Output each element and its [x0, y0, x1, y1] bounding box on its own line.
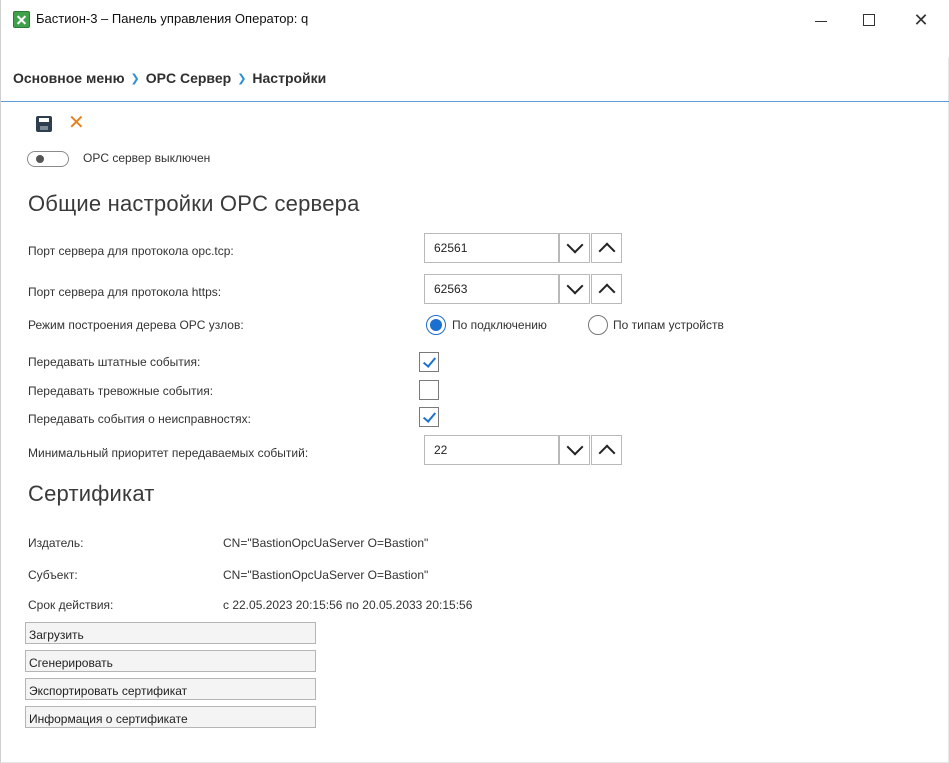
maximize-icon — [863, 14, 875, 26]
certificate-title: Сертификат — [28, 481, 155, 506]
chevron-up-icon — [598, 283, 616, 301]
issuer-value: CN="BastionOpcUaServer O=Bastion" — [223, 536, 429, 550]
chevron-up-icon — [598, 444, 616, 462]
tree-mode-by-device-type-label[interactable]: По типам устройств — [613, 318, 724, 332]
min-priority-decrement-button[interactable] — [559, 435, 590, 465]
send-fault-events-label: Передавать события о неисправностях: — [28, 412, 251, 426]
breadcrumb-main-menu[interactable]: Основное меню — [13, 70, 125, 86]
tree-mode-by-connection-label[interactable]: По подключению — [452, 318, 547, 332]
export-certificate-button[interactable]: Экспортировать сертификат — [25, 678, 316, 700]
breadcrumb: Основное меню ❯ OPC Сервер ❯ Настройки — [13, 68, 326, 88]
chevron-down-icon — [566, 277, 584, 295]
issuer-label: Издатель: — [28, 536, 84, 550]
send-alarm-events-label: Передавать тревожные события: — [28, 384, 214, 398]
app-window: Бастион-3 – Панель управления Оператор: … — [0, 0, 949, 763]
window-title: Бастион-3 – Панель управления Оператор: … — [36, 11, 309, 26]
maximize-button[interactable] — [849, 6, 889, 34]
validity-value: с 22.05.2023 20:15:56 по 20.05.2033 20:1… — [223, 598, 473, 612]
close-icon: ✕ — [913, 9, 929, 30]
minimize-button[interactable] — [801, 6, 841, 34]
min-priority-input[interactable]: 22 — [424, 435, 559, 465]
app-logo-icon — [13, 11, 30, 28]
title-bar: Бастион-3 – Панель управления Оператор: … — [1, 0, 949, 58]
tree-mode-label: Режим построения дерева OPC узлов: — [28, 318, 244, 332]
tcp-port-increment-button[interactable] — [591, 233, 622, 263]
tree-mode-by-device-type-radio[interactable] — [588, 315, 608, 335]
subject-label: Субъект: — [28, 568, 78, 582]
validity-label: Срок действия: — [28, 598, 114, 612]
breadcrumb-settings: Настройки — [252, 70, 327, 86]
certificate-info-button[interactable]: Информация о сертификате — [25, 706, 316, 728]
breadcrumb-divider — [1, 101, 949, 102]
chevron-down-icon — [566, 236, 584, 254]
opc-server-toggle[interactable] — [27, 151, 69, 167]
cancel-icon[interactable]: ✕ — [68, 111, 85, 135]
close-button[interactable]: ✕ — [901, 6, 941, 34]
general-settings-title: Общие настройки OPC сервера — [28, 191, 360, 216]
tcp-port-input[interactable]: 62561 — [424, 233, 559, 263]
save-icon[interactable] — [36, 116, 52, 132]
subject-value: CN="BastionOpcUaServer O=Bastion" — [223, 568, 429, 582]
generate-certificate-button[interactable]: Сгенерировать — [25, 650, 316, 672]
send-alarm-events-checkbox[interactable] — [419, 380, 439, 400]
chevron-down-icon — [566, 438, 584, 456]
minimize-icon — [815, 20, 827, 22]
min-priority-increment-button[interactable] — [591, 435, 622, 465]
https-port-input[interactable]: 62563 — [424, 274, 559, 304]
https-port-label: Порт сервера для протокола https: — [28, 285, 222, 299]
opc-server-toggle-label: OPC сервер выключен — [83, 151, 211, 165]
https-port-increment-button[interactable] — [591, 274, 622, 304]
tcp-port-decrement-button[interactable] — [559, 233, 590, 263]
send-fault-events-checkbox[interactable] — [419, 407, 439, 427]
min-priority-label: Минимальный приоритет передаваемых событ… — [28, 446, 309, 460]
load-certificate-button[interactable]: Загрузить — [25, 622, 316, 644]
breadcrumb-separator-icon: ❯ — [237, 72, 247, 85]
breadcrumb-separator-icon: ❯ — [130, 72, 140, 85]
https-port-decrement-button[interactable] — [559, 274, 590, 304]
send-regular-events-label: Передавать штатные события: — [28, 355, 201, 369]
chevron-up-icon — [598, 242, 616, 260]
send-regular-events-checkbox[interactable] — [419, 352, 439, 372]
tcp-port-label: Порт сервера для протокола opc.tcp: — [28, 244, 234, 258]
tree-mode-by-connection-radio[interactable] — [426, 315, 446, 335]
breadcrumb-opc-server[interactable]: OPC Сервер — [146, 70, 231, 86]
